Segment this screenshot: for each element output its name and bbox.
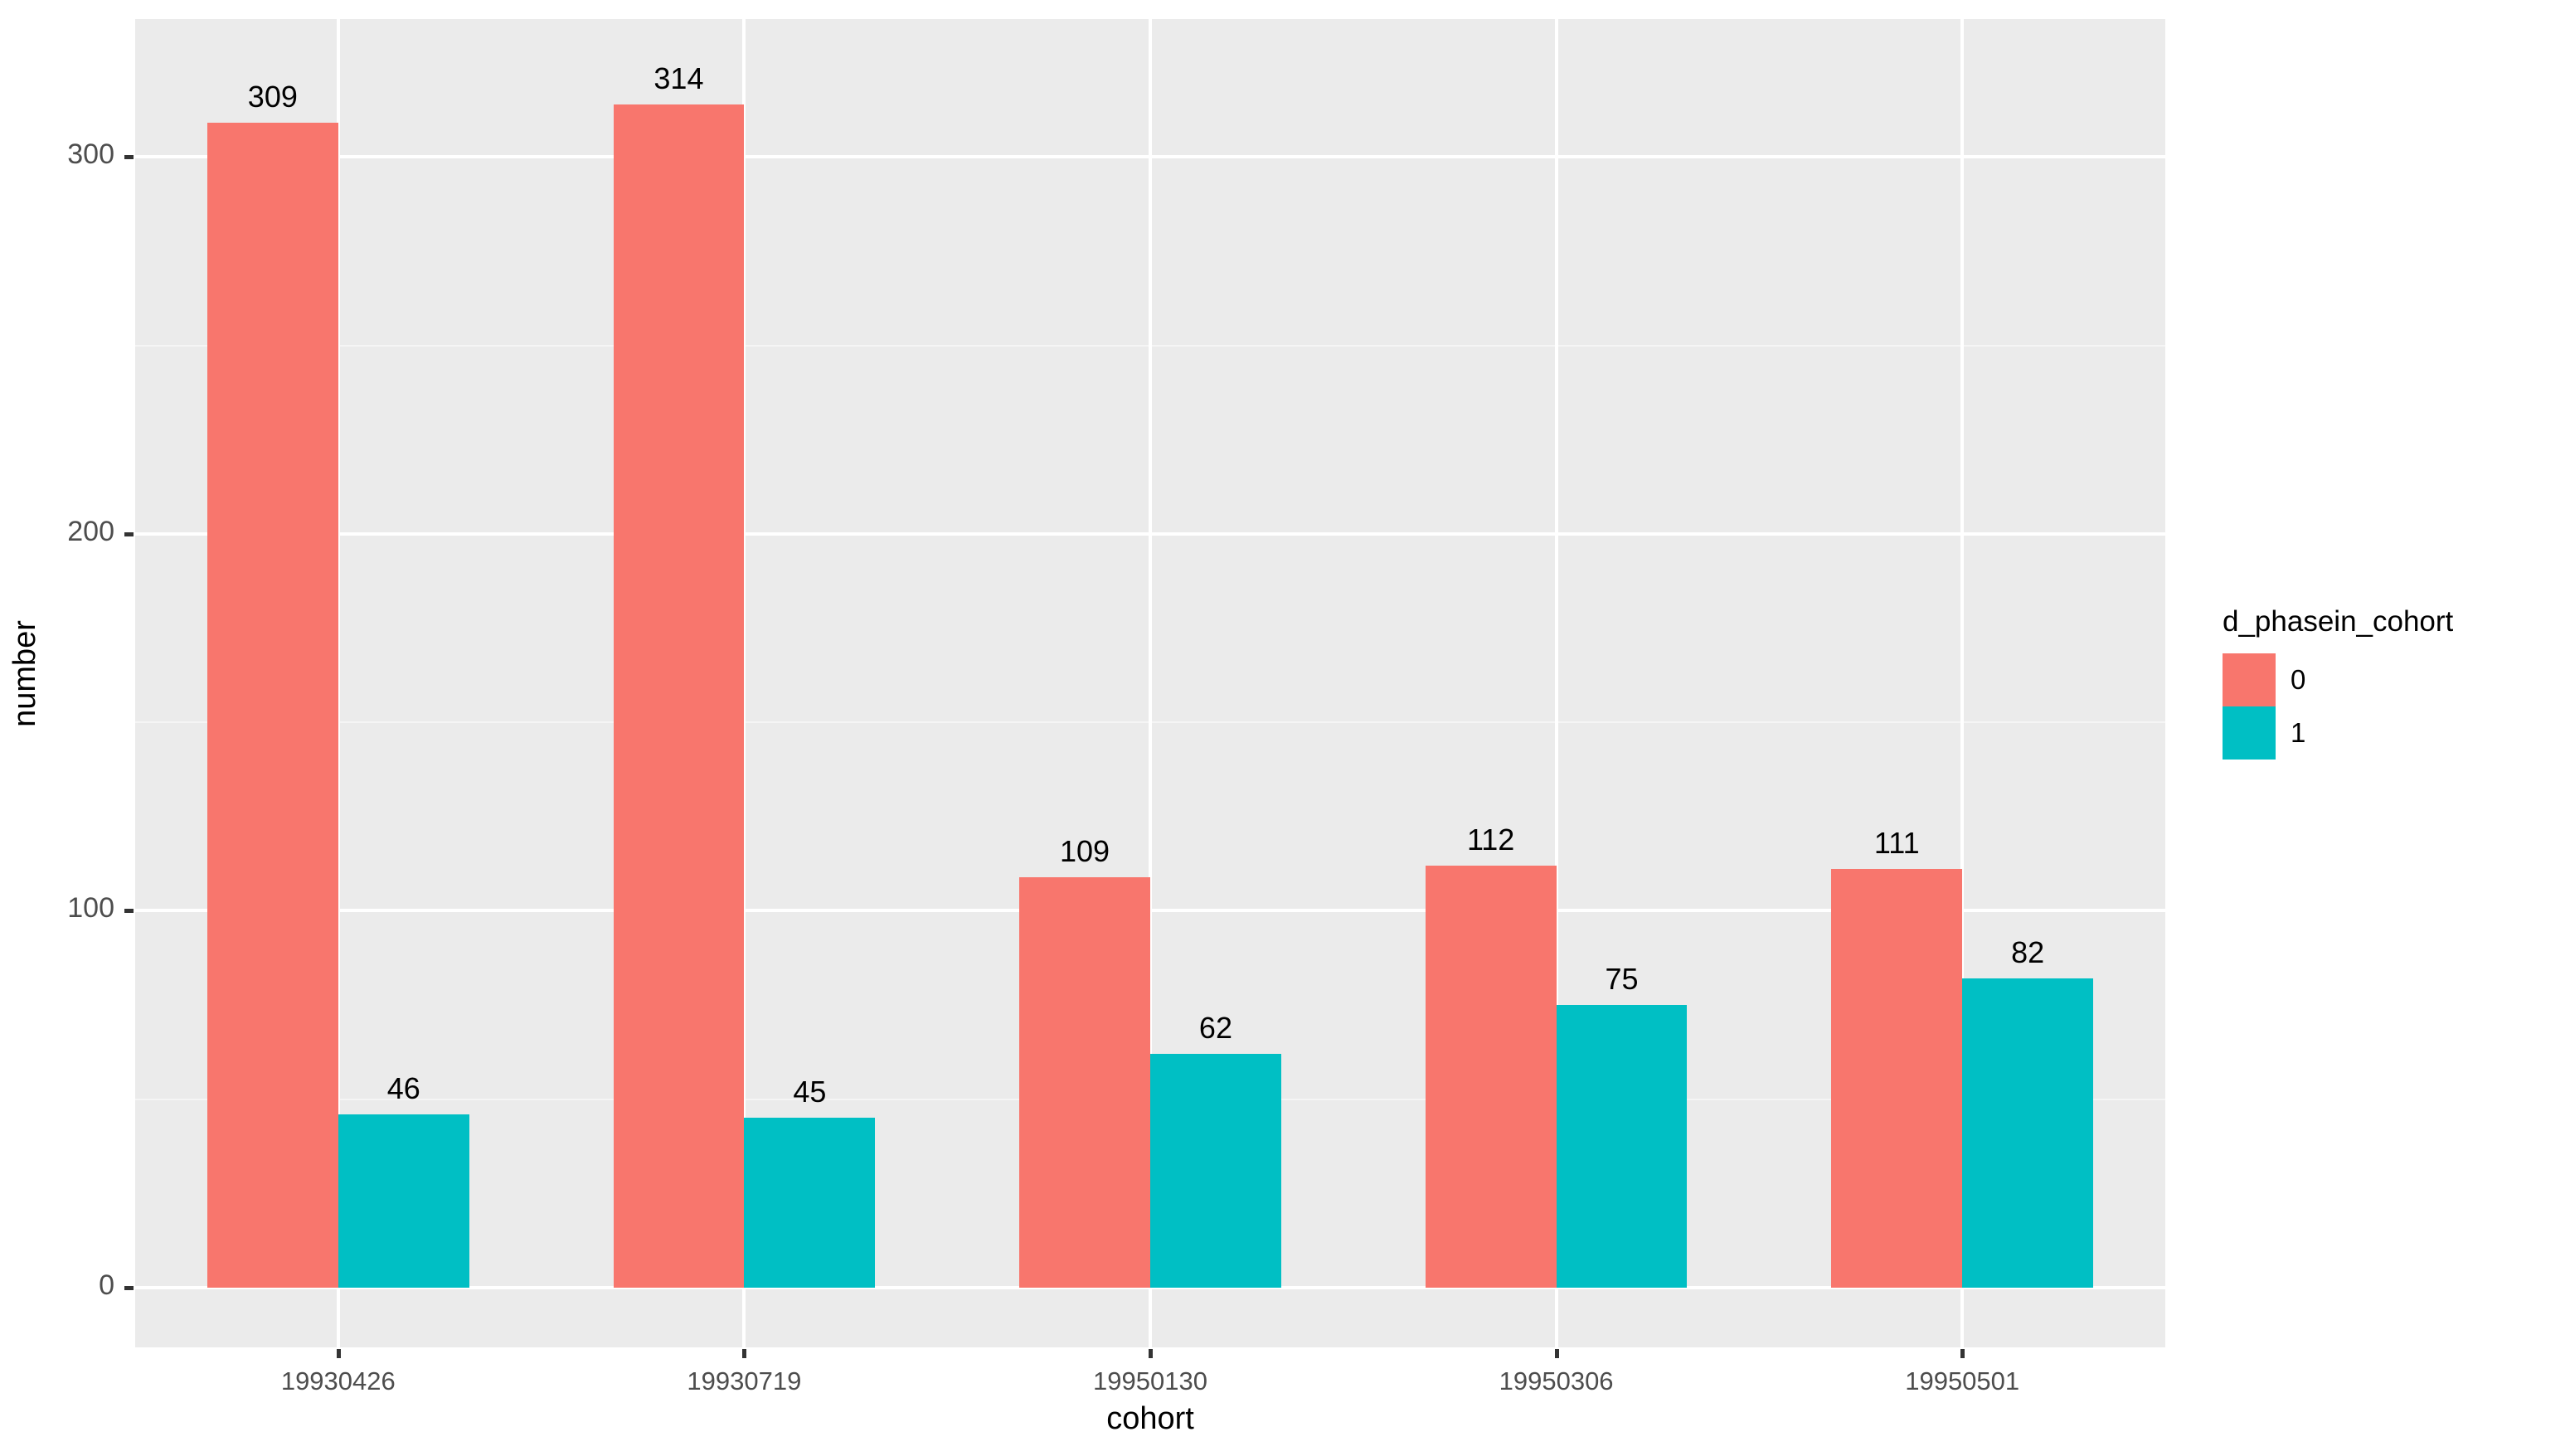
y-axis-tick-label: 200 [67, 515, 114, 547]
bar [1831, 869, 1963, 1288]
bar [1019, 876, 1150, 1288]
bar-chart: number 0 100 200 300 309 46 314 45 109 62 112 75 11… [0, 0, 2570, 1456]
legend-item: 0 [2223, 653, 2554, 706]
bar [338, 1114, 469, 1288]
legend-item: 1 [2223, 706, 2554, 760]
y-axis-tick-mark [124, 1286, 134, 1290]
bar-value-label: 112 [1466, 822, 1515, 857]
x-axis-tick-label: 19950306 [1499, 1366, 1614, 1395]
x-axis-tick-label: 19930719 [687, 1366, 802, 1395]
bar [1962, 978, 2094, 1288]
x-axis-tick-mark [1149, 1349, 1153, 1358]
y-axis-tick-label: 0 [99, 1269, 114, 1301]
y-axis-tick-mark [124, 155, 134, 160]
bar-value-label: 82 [2011, 935, 2045, 970]
bar [613, 104, 745, 1288]
bar-value-label: 314 [653, 61, 704, 95]
x-axis-tick-mark [1960, 1349, 1965, 1358]
bar [206, 123, 338, 1288]
plot-panel: 309 46 314 45 109 62 112 75 111 82 [135, 19, 2165, 1347]
bar-value-label: 45 [793, 1075, 827, 1109]
bar-value-label: 46 [386, 1070, 420, 1105]
x-axis-tick-label: 19950130 [1093, 1366, 1207, 1395]
legend-item-label: 0 [2291, 664, 2306, 695]
y-axis-tick-mark [124, 531, 134, 536]
y-axis-title-label: number [7, 620, 42, 727]
legend: d_phasein_cohort 01 [2223, 605, 2554, 760]
y-axis-tick-label: 300 [67, 138, 114, 171]
x-axis-tick-label: 19950501 [1905, 1366, 2020, 1395]
x-axis-tick-label: 19930426 [280, 1366, 396, 1395]
y-axis-tick-label: 100 [67, 892, 114, 925]
x-axis-title: cohort [135, 1401, 2165, 1437]
x-axis-tick-mark [1554, 1349, 1559, 1358]
bar [1425, 865, 1557, 1288]
bar [744, 1118, 876, 1288]
bar-value-label: 111 [1873, 826, 1920, 861]
bar-value-label: 109 [1060, 833, 1110, 868]
bar [1556, 1005, 1688, 1288]
x-axis-tick-mark [742, 1349, 747, 1358]
bar-value-label: 309 [247, 80, 298, 114]
legend-color-swatch [2223, 653, 2276, 706]
y-axis-title: number [0, 0, 50, 1347]
legend-items: 01 [2223, 653, 2554, 760]
bar-value-label: 62 [1198, 1011, 1232, 1046]
x-axis-tick-mark [336, 1349, 341, 1358]
legend-item-label: 1 [2291, 717, 2306, 748]
bar [1150, 1054, 1281, 1288]
bar-value-label: 75 [1605, 962, 1639, 997]
legend-title: d_phasein_cohort [2223, 605, 2454, 638]
legend-color-swatch [2223, 706, 2276, 760]
y-axis-tick-mark [124, 909, 134, 914]
x-axis-title-label: cohort [1106, 1401, 1194, 1436]
